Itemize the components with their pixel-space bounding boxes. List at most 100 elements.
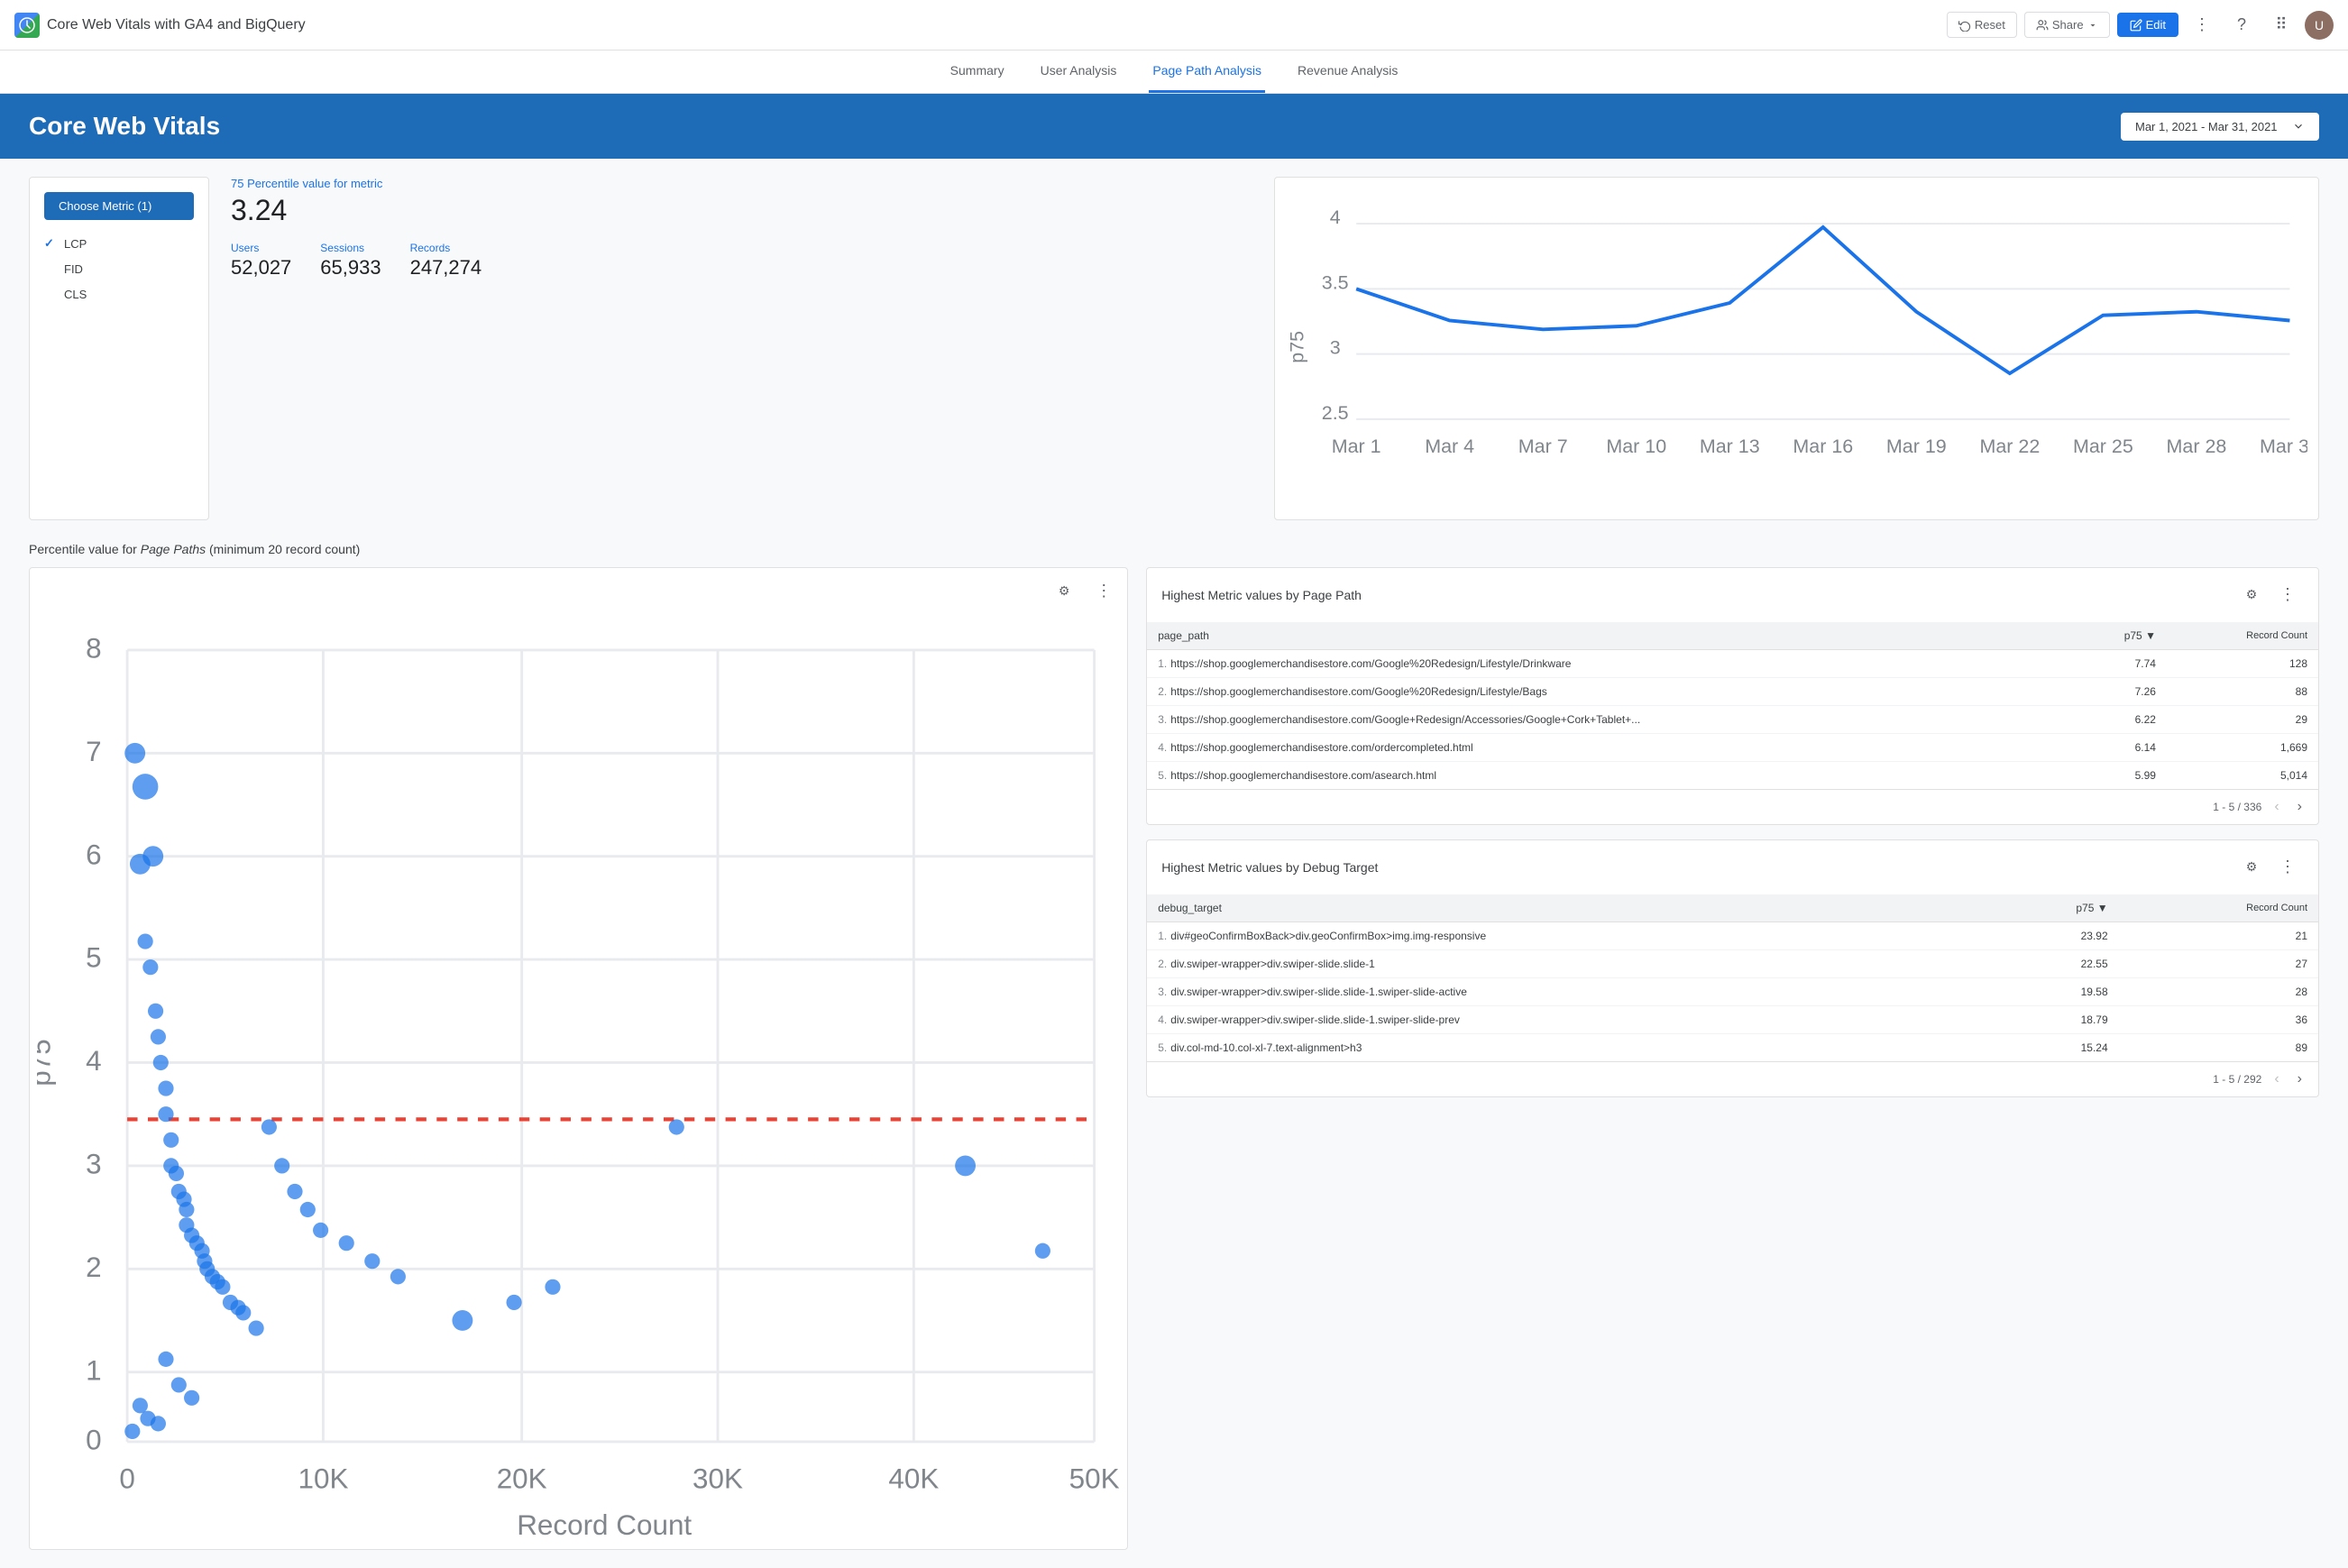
metric-section: Choose Metric (1) ✓ LCP ✓ FID ✓ CLS 75 P…: [29, 177, 2319, 520]
avatar[interactable]: U: [2305, 11, 2334, 40]
path-cell: 1.https://shop.googlemerchandisestore.co…: [1147, 649, 2068, 677]
page-path-next-button[interactable]: ›: [2292, 797, 2307, 817]
svg-text:p75: p75: [1287, 331, 1308, 363]
app-title: Core Web Vitals with GA4 and BigQuery: [47, 17, 306, 33]
svg-text:Mar 19: Mar 19: [1886, 436, 1947, 457]
stat-users: Users 52,027: [231, 242, 291, 280]
p75-cell: 23.92: [1990, 922, 2119, 949]
count-cell: 36: [2119, 1005, 2318, 1033]
reset-button[interactable]: Reset: [1947, 12, 2017, 38]
choose-metric-button[interactable]: Choose Metric (1): [44, 192, 194, 220]
debug-table-actions: ⚙ ⋮: [2235, 851, 2304, 884]
svg-text:30K: 30K: [692, 1463, 743, 1494]
tab-page-path-analysis[interactable]: Page Path Analysis: [1149, 50, 1265, 93]
svg-text:Record Count: Record Count: [517, 1508, 692, 1539]
svg-text:Mar 22: Mar 22: [1979, 436, 2040, 457]
svg-text:Mar 7: Mar 7: [1518, 436, 1568, 457]
page-path-filter-button[interactable]: ⚙: [2235, 579, 2268, 611]
target-cell: 5.div.col-md-10.col-xl-7.text-alignment>…: [1147, 1033, 1990, 1061]
path-cell: 4.https://shop.googlemerchandisestore.co…: [1147, 733, 2068, 761]
lcp-check-icon: ✓: [44, 236, 57, 251]
scatter-filter-button[interactable]: ⚙: [1048, 575, 1080, 608]
table-header-row: page_path p75 ▼ Record Count: [1147, 622, 2318, 650]
share-icon: [2036, 19, 2049, 32]
svg-text:0: 0: [119, 1463, 134, 1494]
svg-text:3: 3: [86, 1148, 101, 1179]
app-logo: [14, 13, 40, 38]
stats-row: Users 52,027 Sessions 65,933 Records 247…: [231, 242, 1252, 280]
target-cell: 4.div.swiper-wrapper>div.swiper-slide.sl…: [1147, 1005, 1990, 1033]
svg-text:Mar 16: Mar 16: [1793, 436, 1853, 457]
table-row: 1.https://shop.googlemerchandisestore.co…: [1147, 649, 2318, 677]
page-path-more-button[interactable]: ⋮: [2271, 579, 2304, 611]
table-row: 3.div.swiper-wrapper>div.swiper-slide.sl…: [1147, 977, 2318, 1005]
debug-table: debug_target p75 ▼ Record Count 1.div#ge…: [1147, 894, 2318, 1061]
page-path-prev-button[interactable]: ‹: [2269, 797, 2284, 817]
users-value: 52,027: [231, 256, 291, 280]
svg-text:40K: 40K: [888, 1463, 939, 1494]
scatter-more-button[interactable]: ⋮: [1087, 575, 1120, 608]
col-debug-record-count: Record Count: [2119, 894, 2318, 922]
scatter-section-title: Percentile value for Page Paths (minimum…: [29, 542, 2319, 556]
more-options-button[interactable]: ⋮: [2186, 9, 2218, 41]
page-title: Core Web Vitals: [29, 112, 220, 141]
svg-text:20K: 20K: [497, 1463, 547, 1494]
table-row: 5.div.col-md-10.col-xl-7.text-alignment>…: [1147, 1033, 2318, 1061]
topbar-left: Core Web Vitals with GA4 and BigQuery: [14, 13, 306, 38]
svg-text:2: 2: [86, 1251, 101, 1282]
metric-lcp[interactable]: ✓ LCP: [44, 231, 194, 256]
count-cell: 89: [2119, 1033, 2318, 1061]
count-cell: 28: [2119, 977, 2318, 1005]
p75-cell: 19.58: [1990, 977, 2119, 1005]
p75-cell: 7.74: [2069, 649, 2167, 677]
date-range-button[interactable]: Mar 1, 2021 - Mar 31, 2021: [2121, 113, 2319, 141]
tab-summary[interactable]: Summary: [947, 50, 1008, 93]
stat-sessions: Sessions 65,933: [320, 242, 381, 280]
debug-more-button[interactable]: ⋮: [2271, 851, 2304, 884]
debug-header-row: debug_target p75 ▼ Record Count: [1147, 894, 2318, 922]
topbar: Core Web Vitals with GA4 and BigQuery Re…: [0, 0, 2348, 50]
edit-button[interactable]: Edit: [2117, 13, 2178, 37]
metric-values: 75 Percentile value for metric 3.24 User…: [231, 177, 1252, 520]
metric-selector-card: Choose Metric (1) ✓ LCP ✓ FID ✓ CLS: [29, 177, 209, 520]
two-col-section: ⚙ ⋮ 8 7 6 5 4 3 2 1 0 p75: [29, 567, 2319, 1551]
nav-tabs: Summary User Analysis Page Path Analysis…: [0, 50, 2348, 94]
page-path-table-actions: ⚙ ⋮: [2235, 579, 2304, 611]
header-banner: Core Web Vitals Mar 1, 2021 - Mar 31, 20…: [0, 94, 2348, 159]
count-cell: 1,669: [2167, 733, 2318, 761]
page-path-pagination: 1 - 5 / 336 ‹ ›: [1147, 789, 2318, 824]
svg-text:Mar 10: Mar 10: [1606, 436, 1666, 457]
share-button[interactable]: Share: [2024, 12, 2110, 38]
help-button[interactable]: ?: [2225, 9, 2258, 41]
p75-cell: 6.22: [2069, 705, 2167, 733]
target-cell: 3.div.swiper-wrapper>div.swiper-slide.sl…: [1147, 977, 1990, 1005]
apps-button[interactable]: ⠿: [2265, 9, 2298, 41]
metric-fid[interactable]: ✓ FID: [44, 256, 194, 281]
col-debug-target: debug_target: [1147, 894, 1990, 922]
metric-cls[interactable]: ✓ CLS: [44, 281, 194, 307]
p75-cell: 6.14: [2069, 733, 2167, 761]
debug-pagination: 1 - 5 / 292 ‹ ›: [1147, 1061, 2318, 1096]
sessions-label: Sessions: [320, 242, 381, 254]
stat-records: Records 247,274: [410, 242, 482, 280]
debug-filter-button[interactable]: ⚙: [2235, 851, 2268, 884]
p75-cell: 15.24: [1990, 1033, 2119, 1061]
table-row: 2.https://shop.googlemerchandisestore.co…: [1147, 677, 2318, 705]
col-page-path: page_path: [1147, 622, 2068, 650]
svg-text:7: 7: [86, 735, 101, 766]
count-cell: 128: [2167, 649, 2318, 677]
target-cell: 2.div.swiper-wrapper>div.swiper-slide.sl…: [1147, 949, 1990, 977]
svg-text:Mar 25: Mar 25: [2073, 436, 2133, 457]
scatter-chart-svg: 8 7 6 5 4 3 2 1 0 p75: [37, 611, 1120, 1540]
count-cell: 27: [2119, 949, 2318, 977]
table-row: 3.https://shop.googlemerchandisestore.co…: [1147, 705, 2318, 733]
p75-cell: 18.79: [1990, 1005, 2119, 1033]
debug-prev-button[interactable]: ‹: [2269, 1069, 2284, 1089]
page-path-table-card: Highest Metric values by Page Path ⚙ ⋮ p…: [1146, 567, 2319, 825]
svg-text:Mar 31: Mar 31: [2260, 436, 2307, 457]
svg-text:5: 5: [86, 941, 101, 973]
tab-user-analysis[interactable]: User Analysis: [1037, 50, 1121, 93]
debug-next-button[interactable]: ›: [2292, 1069, 2307, 1089]
tab-revenue-analysis[interactable]: Revenue Analysis: [1294, 50, 1401, 93]
table-row: 1.div#geoConfirmBoxBack>div.geoConfirmBo…: [1147, 922, 2318, 949]
